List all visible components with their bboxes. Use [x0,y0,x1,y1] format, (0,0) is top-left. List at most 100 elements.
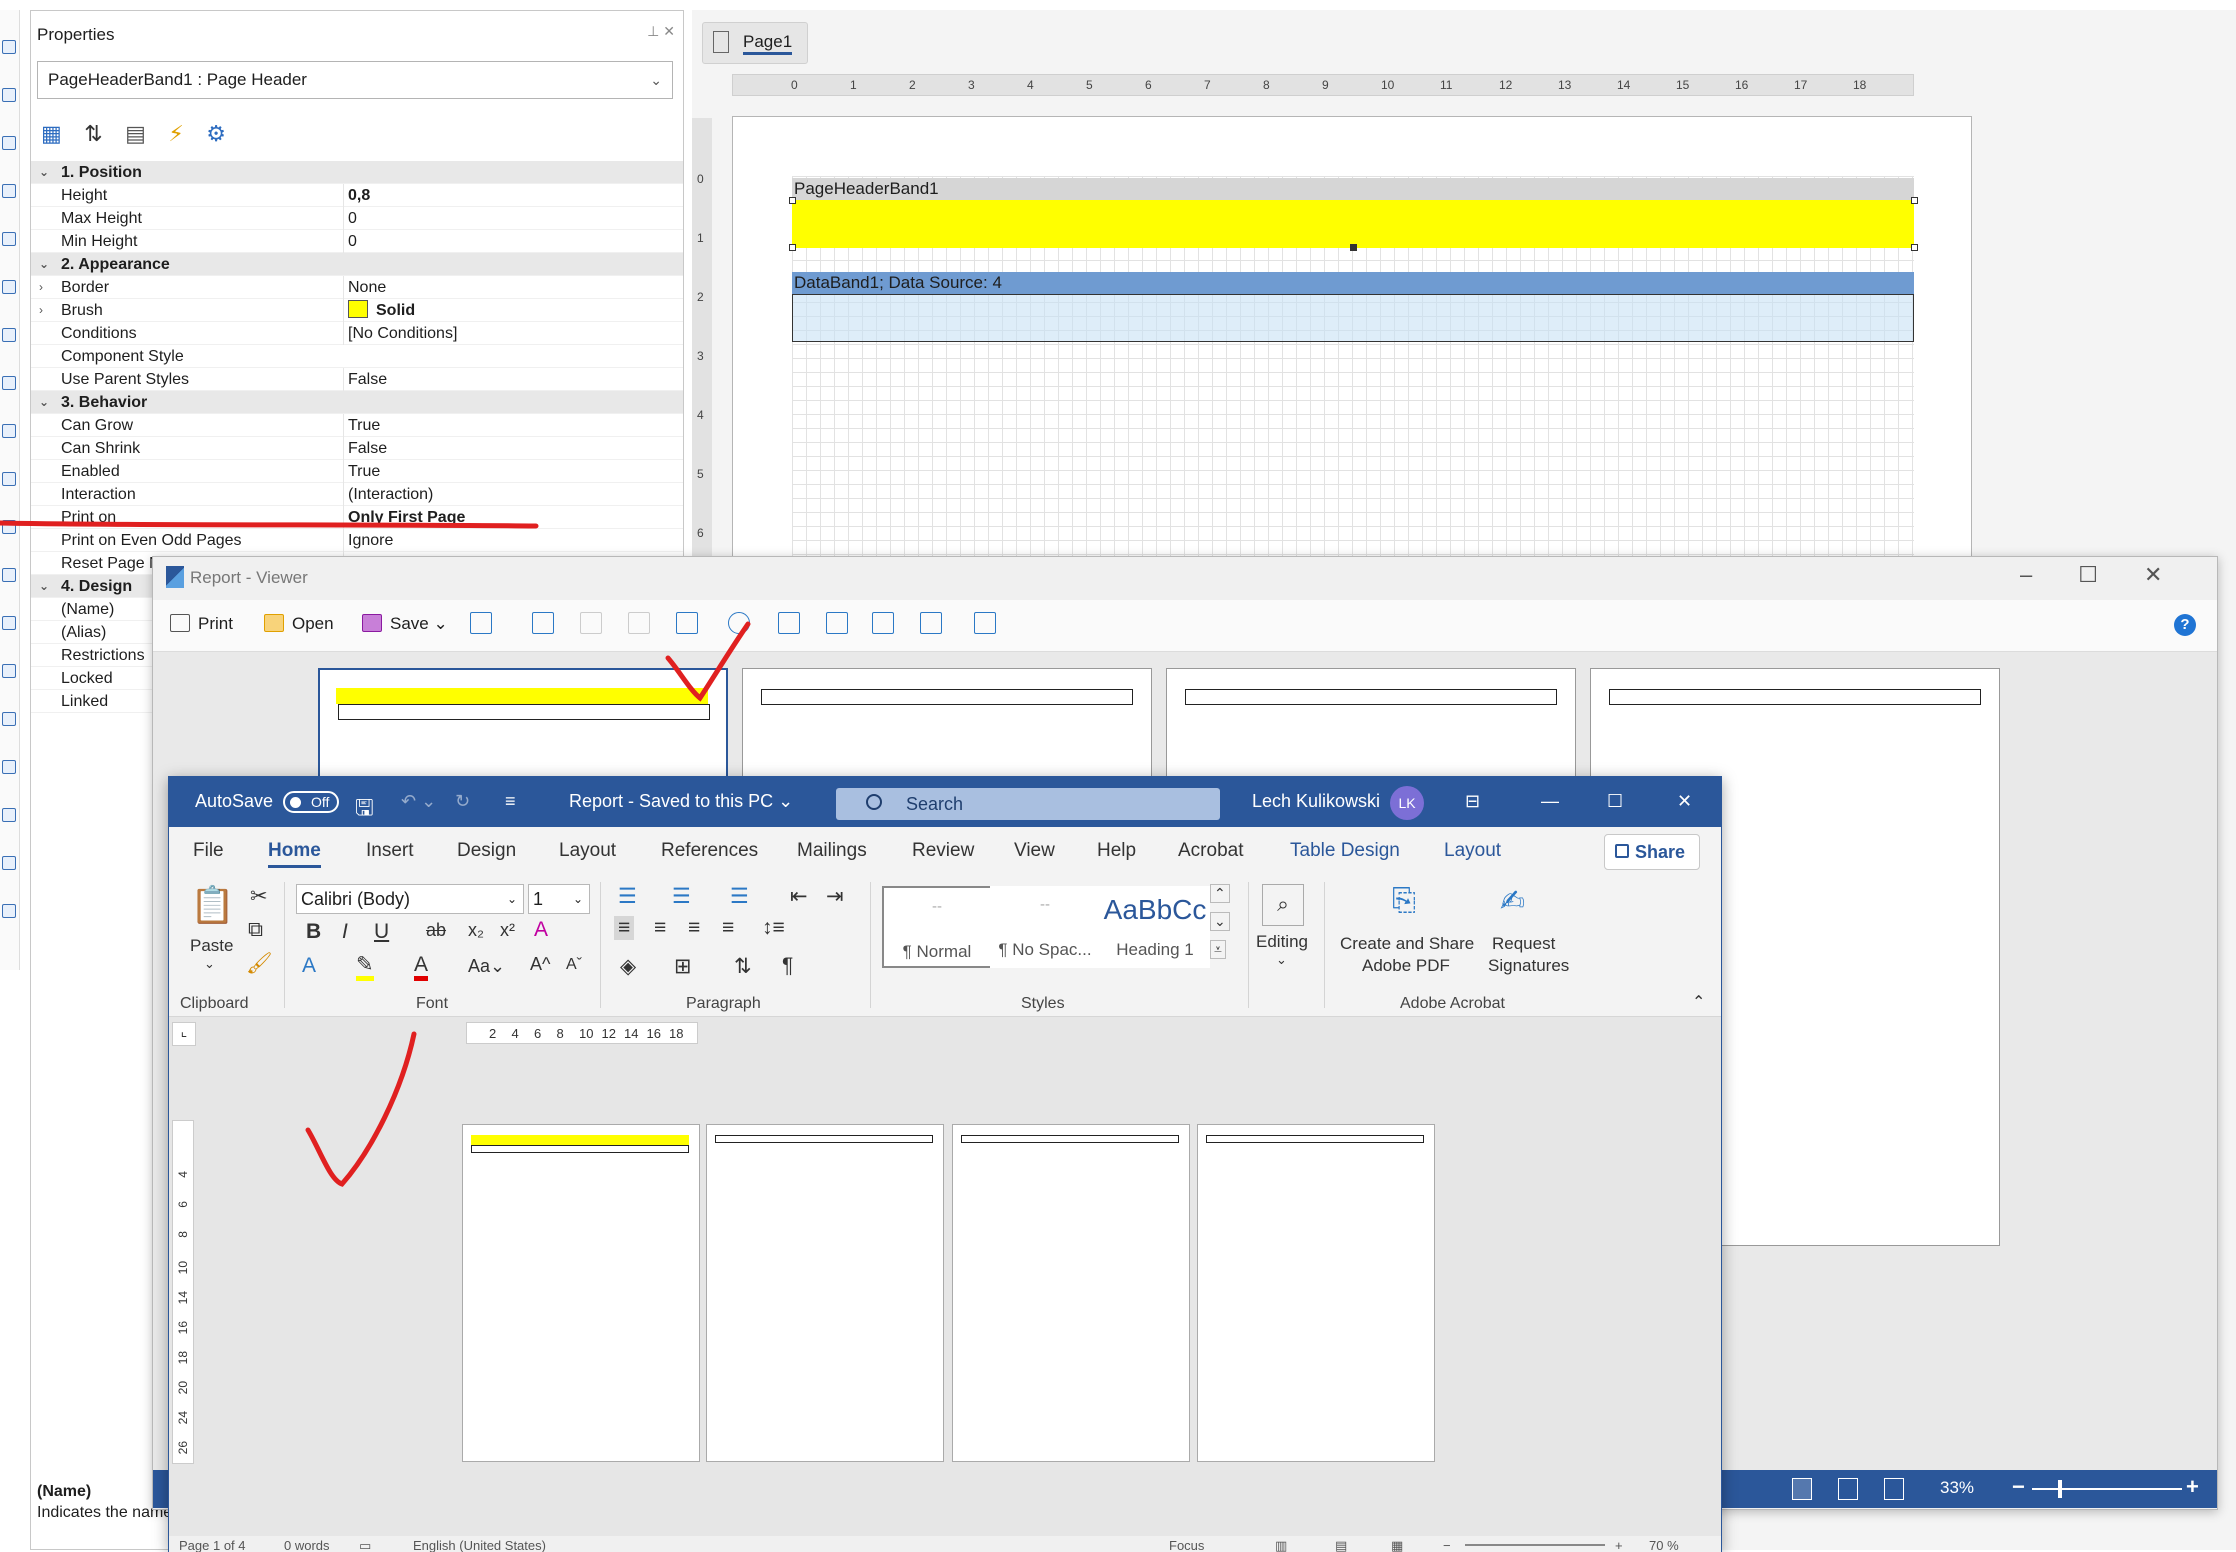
tool-icon[interactable] [2,40,16,54]
tab-page1[interactable]: Page1 [702,22,808,64]
tool-icon[interactable] [2,568,16,582]
property-row[interactable]: Enabled True [31,460,683,483]
borders-icon[interactable]: ⊞ [674,954,692,979]
word-horizontal-ruler[interactable]: 2 4 6 8 10 12 14 16 18 [466,1022,698,1044]
create-share-pdf-line1[interactable]: Create and Share [1340,934,1474,954]
print-layout-icon[interactable]: ▤ [1335,1538,1347,1552]
property-row[interactable]: › Brush Solid [31,299,683,322]
maximize-icon[interactable]: ☐ [1607,791,1623,812]
styles-scroll-down-icon[interactable]: ⌄ [1210,912,1230,931]
property-row[interactable]: › Border None [31,276,683,299]
tab-file[interactable]: File [193,840,224,862]
multiple-view-icon[interactable] [1884,1478,1904,1500]
tab-mailings[interactable]: Mailings [797,840,867,862]
tab-references[interactable]: References [661,840,758,862]
property-value[interactable]: [No Conditions] [343,322,457,345]
continuous-view-icon[interactable] [1838,1478,1858,1500]
word-page-3[interactable] [952,1124,1190,1462]
status-page[interactable]: Page 1 of 4 [179,1538,246,1552]
tab-selector-icon[interactable]: ⌞ [172,1022,196,1046]
tool-icon[interactable] [2,472,16,486]
find-magnifier-icon[interactable] [728,612,750,634]
create-share-pdf-line2[interactable]: Adobe PDF [1362,956,1450,976]
property-value[interactable]: (Interaction) [343,483,433,506]
line-spacing-icon[interactable]: ↕≡ [762,916,785,940]
tab-table-design[interactable]: Table Design [1290,840,1400,862]
property-value[interactable]: True [343,414,380,437]
paste-clipboard-icon[interactable]: 📋 [190,884,235,926]
font-size-box[interactable]: 1 ⌄ [528,884,590,914]
read-mode-icon[interactable]: ▥ [1275,1538,1287,1552]
decrease-indent-icon[interactable]: ⇤ [790,884,808,909]
status-zoom[interactable]: 70 % [1649,1538,1679,1552]
tab-layout[interactable]: Layout [559,840,616,862]
user-name[interactable]: Lech Kulikowski [1252,791,1380,812]
shading-icon[interactable]: ◈ [620,954,636,979]
increase-indent-icon[interactable]: ⇥ [826,884,844,909]
copy-icon[interactable]: ⧉ [248,918,263,942]
subscript-icon[interactable]: x₂ [468,920,484,941]
tool-icon[interactable] [2,856,16,870]
tab-insert[interactable]: Insert [366,840,414,862]
cut-icon[interactable]: ✂ [250,884,268,909]
paste-button[interactable]: Paste [190,936,233,956]
property-row[interactable]: Height 0,8 [31,184,683,207]
data-band-body[interactable] [792,294,1914,342]
property-value[interactable]: Solid [343,299,415,322]
word-page-1[interactable] [462,1124,700,1462]
viewer-window-controls[interactable]: –☐✕ [2020,562,2208,588]
style-normal[interactable]: -- ¶ Normal [882,886,992,968]
selection-handle[interactable] [1911,244,1918,251]
request-signatures-line2[interactable]: Signatures [1488,956,1569,976]
property-row[interactable]: Print on Only First Page [31,506,683,529]
save-icon[interactable]: 🖫 [355,791,374,829]
save-button[interactable]: Save ⌄ [362,614,448,634]
property-row[interactable]: Max Height 0 [31,207,683,230]
one-page-icon[interactable] [826,612,848,634]
word-page-2[interactable] [706,1124,944,1462]
bookmarks-icon[interactable] [532,612,554,634]
help-icon[interactable]: ? [2174,614,2196,636]
tool-icon[interactable] [2,184,16,198]
property-row[interactable]: Interaction (Interaction) [31,483,683,506]
property-value[interactable]: 0 [343,207,357,230]
properties-view-icon[interactable]: ▤ [125,121,146,147]
superscript-icon[interactable]: x² [500,920,515,941]
tool-icon[interactable] [2,232,16,246]
find-search-icon[interactable]: ⌕ [1262,884,1304,926]
zoom-out-icon[interactable]: − [2012,1474,2025,1500]
styles-more-icon[interactable]: ⩡ [1210,940,1226,959]
property-row[interactable]: Print on Even Odd Pages Ignore [31,529,683,552]
component-selector[interactable]: PageHeaderBand1 : Page Header ⌄ [37,61,673,99]
property-value[interactable]: None [343,276,386,299]
tool-icon[interactable] [2,424,16,438]
property-row[interactable]: Min Height 0 [31,230,683,253]
style-no-spacing[interactable]: -- ¶ No Spac... [990,886,1100,968]
property-row[interactable]: Can Shrink False [31,437,683,460]
minimize-icon[interactable]: — [1541,791,1559,812]
property-value[interactable]: True [343,460,380,483]
full-screen-icon[interactable] [778,612,800,634]
document-title[interactable]: Report - Saved to this PC ⌄ [569,791,793,812]
zoom-out-icon[interactable]: − [1443,1538,1451,1552]
format-painter-icon[interactable]: 🖌 [246,952,273,976]
property-category[interactable]: ⌄ 3. Behavior [31,391,683,414]
property-row[interactable]: Can Grow True [31,414,683,437]
property-value[interactable]: 0,8 [343,184,370,207]
chevron-right-icon[interactable]: › [39,276,43,299]
page-width-icon[interactable] [974,612,996,634]
property-category[interactable]: ⌄ 1. Position [31,161,683,184]
request-signatures-icon[interactable]: ✍ [1500,884,1525,919]
justify-icon[interactable]: ≡ [722,916,734,940]
editing-button[interactable]: Editing [1256,932,1308,952]
tool-icon[interactable] [2,88,16,102]
status-language[interactable]: English (United States) [413,1538,546,1552]
sort-alpha-icon[interactable]: ⇅ [84,121,102,147]
text-effects-icon[interactable]: A [302,954,316,978]
data-band-label[interactable]: DataBand1; Data Source: 4 [792,272,1914,294]
strikethrough-icon[interactable]: ab [426,920,446,941]
clear-formatting-icon[interactable]: A [534,918,548,942]
highlight-icon[interactable]: ✎ [356,954,374,981]
proofing-icon[interactable]: ▭ [359,1538,371,1552]
tool-icon[interactable] [2,328,16,342]
